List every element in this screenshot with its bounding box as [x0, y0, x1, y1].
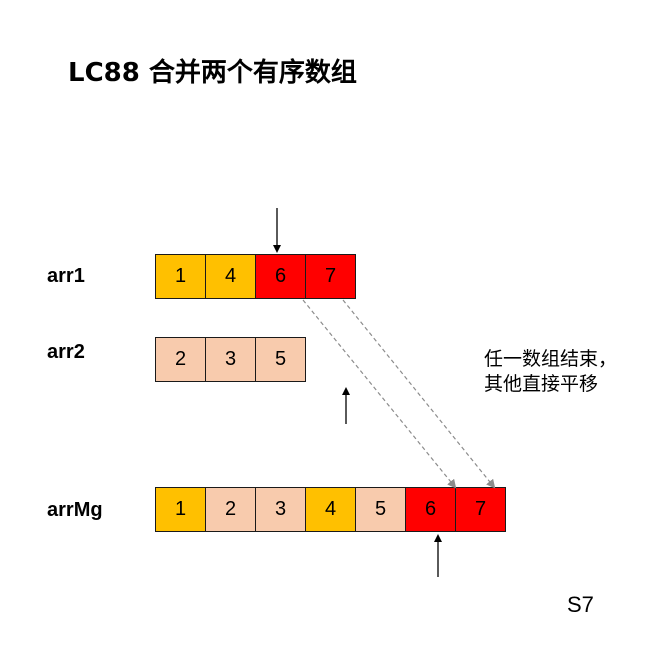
pointer-overlay: [273, 208, 496, 577]
move-arrow-6: [302, 299, 457, 489]
move-arrow-7: [342, 299, 496, 489]
note-line-1: 任一数组结束，: [484, 348, 618, 370]
note-line-2: 其他直接平移: [484, 373, 599, 395]
note-text: 任一数组结束， 其他直接平移: [484, 347, 617, 397]
step-label: S7: [567, 592, 594, 617]
